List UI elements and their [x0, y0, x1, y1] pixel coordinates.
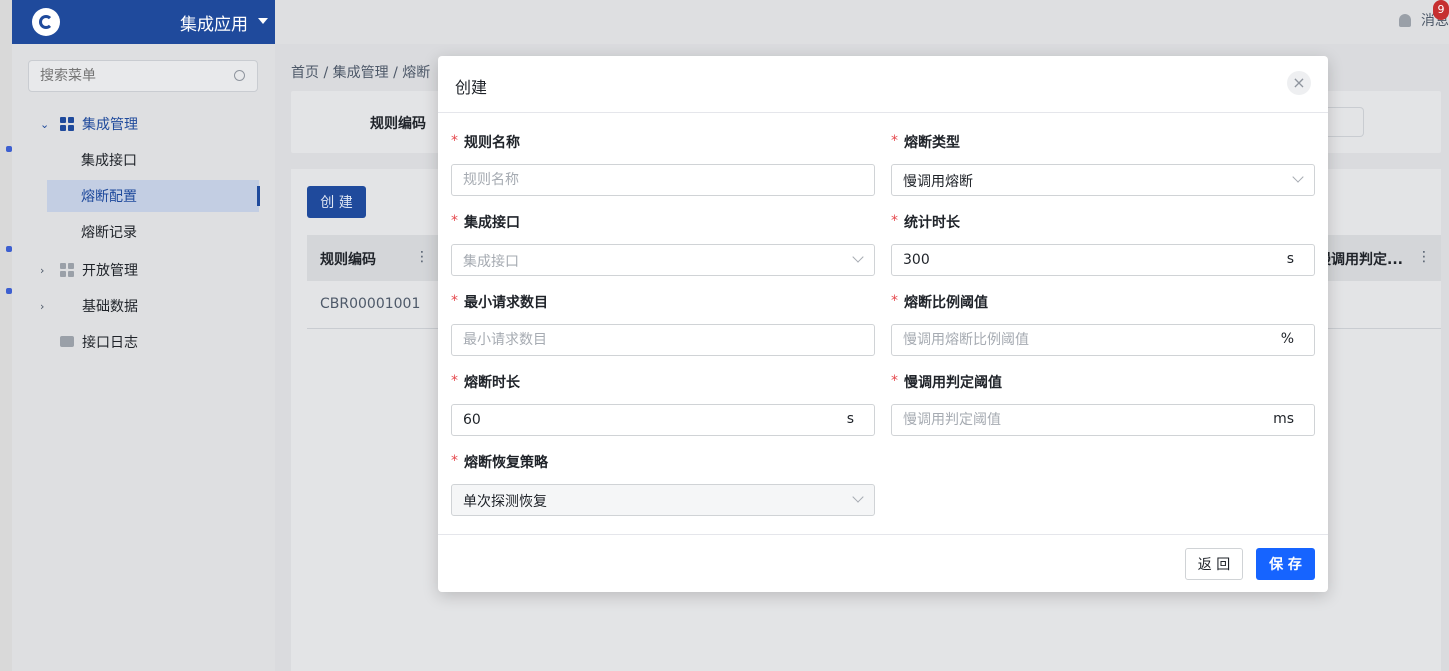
back-button[interactable]: 返 回 — [1185, 548, 1243, 580]
required-mark: * — [891, 213, 898, 229]
save-button[interactable]: 保 存 — [1256, 548, 1315, 580]
close-icon[interactable]: × — [1287, 71, 1311, 95]
field-slow-threshold: * 慢调用判定阈值 ms — [891, 372, 1315, 436]
column-menu-icon[interactable]: ⋮ — [415, 249, 429, 265]
interface-select[interactable]: 集成接口 — [451, 244, 875, 276]
bell-icon — [1399, 13, 1411, 27]
sidebar-item-breaker-config[interactable]: 熔断配置 — [47, 180, 260, 212]
sidebar-item-label: 熔断记录 — [81, 225, 137, 241]
sidebar-item-label: 开放管理 — [82, 263, 138, 279]
field-label: 熔断比例阈值 — [904, 295, 988, 311]
field-stat-duration: * 统计时长 s — [891, 212, 1315, 276]
break-duration-input[interactable] — [452, 405, 874, 435]
field-label: 慢调用判定阈值 — [904, 375, 1002, 391]
slow-threshold-input[interactable] — [892, 405, 1314, 435]
required-mark: * — [451, 133, 458, 149]
left-edge-strip — [0, 0, 12, 671]
field-label: 熔断时长 — [464, 375, 520, 391]
required-mark: * — [451, 453, 458, 469]
required-mark: * — [451, 213, 458, 229]
select-value: 单次探测恢复 — [463, 494, 547, 510]
required-mark: * — [891, 133, 898, 149]
sidebar-item-basic-data[interactable]: › 基础数据 — [12, 290, 275, 322]
required-mark: * — [451, 373, 458, 389]
column-menu-icon[interactable]: ⋮ — [1417, 249, 1431, 265]
menu-search — [28, 60, 258, 92]
field-label: 熔断类型 — [904, 135, 960, 151]
chevron-right-icon: › — [40, 263, 45, 277]
message-center[interactable]: 消息 9 — [1399, 0, 1449, 30]
caret-down-icon — [258, 18, 268, 24]
unit-suffix: ms — [1273, 411, 1294, 427]
breadcrumb: 首页 / 集成管理 / 熔断 — [291, 65, 431, 81]
field-ratio-threshold: * 熔断比例阈值 % — [891, 292, 1315, 356]
field-rule-name: * 规则名称 — [451, 132, 875, 196]
message-count-badge: 9 — [1433, 0, 1449, 20]
select-placeholder: 集成接口 — [463, 254, 519, 270]
unit-suffix: s — [846, 411, 854, 427]
grid-icon — [60, 117, 74, 131]
field-recovery-strategy: * 熔断恢复策略 单次探测恢复 — [451, 452, 875, 516]
stat-duration-input[interactable] — [892, 245, 1314, 275]
sidebar-item-interface-log[interactable]: 接口日志 — [12, 326, 275, 358]
rule-name-input[interactable] — [452, 165, 874, 195]
field-label: 集成接口 — [464, 215, 520, 231]
chevron-down-icon — [852, 491, 864, 503]
column-header-slow-threshold: 慢调用判定... — [1317, 252, 1403, 268]
app-name: 集成应用 — [180, 15, 248, 35]
search-icon[interactable] — [234, 70, 245, 81]
select-value: 慢调用熔断 — [903, 174, 973, 190]
sidebar-item-integration-interface[interactable]: 集成接口 — [12, 144, 275, 176]
unit-suffix: % — [1280, 331, 1294, 347]
sidebar-item-open-management[interactable]: › 开放管理 — [12, 254, 275, 286]
dialog-header: 创建 × — [438, 56, 1328, 113]
sidebar-item-label: 集成管理 — [82, 117, 138, 133]
app-logo-icon — [32, 8, 60, 36]
field-label: 熔断恢复策略 — [464, 455, 548, 471]
breaker-type-select[interactable]: 慢调用熔断 — [891, 164, 1315, 196]
cell-rule-code: CBR00001001 — [320, 296, 421, 312]
sidebar-item-label: 基础数据 — [82, 299, 138, 315]
required-mark: * — [451, 293, 458, 309]
dialog-title: 创建 — [455, 78, 488, 97]
sidebar-item-integration-management[interactable]: ⌄ 集成管理 — [12, 108, 275, 140]
field-break-duration: * 熔断时长 s — [451, 372, 875, 436]
chevron-right-icon: › — [40, 299, 45, 313]
create-dialog: 创建 × * 规则名称 * 熔断类型 慢调用熔断 * 集成接口 集成接口 * 统计时长 … — [438, 56, 1328, 592]
field-label: 最小请求数目 — [464, 295, 548, 311]
create-button[interactable]: 创 建 — [307, 186, 366, 218]
chevron-down-icon: ⌄ — [40, 117, 50, 131]
filter-label-rule-code: 规则编码 — [370, 116, 426, 132]
field-label: 统计时长 — [904, 215, 960, 231]
min-requests-input[interactable] — [452, 325, 874, 355]
field-min-requests: * 最小请求数目 — [451, 292, 875, 356]
required-mark: * — [891, 373, 898, 389]
field-interface: * 集成接口 集成接口 — [451, 212, 875, 276]
unit-suffix: s — [1286, 251, 1294, 267]
grid-icon — [60, 263, 74, 277]
dialog-footer: 返 回 保 存 — [438, 534, 1328, 592]
sidebar-item-label: 熔断配置 — [81, 189, 137, 205]
sidebar-item-label: 接口日志 — [82, 335, 138, 351]
menu-search-input[interactable] — [29, 61, 219, 91]
field-breaker-type: * 熔断类型 慢调用熔断 — [891, 132, 1315, 196]
sidebar-item-breaker-records[interactable]: 熔断记录 — [12, 216, 275, 248]
chevron-down-icon — [1292, 171, 1304, 183]
required-mark: * — [891, 293, 898, 309]
column-header-rule-code: 规则编码 — [320, 252, 376, 268]
recovery-strategy-select[interactable]: 单次探测恢复 — [451, 484, 875, 516]
sidebar: ⌄ 集成管理 集成接口 熔断配置 熔断记录 › 开放管理 › 基础数据 接口日志 — [12, 44, 275, 671]
chevron-down-icon — [852, 251, 864, 263]
ratio-threshold-input[interactable] — [892, 325, 1314, 355]
folder-icon — [60, 336, 74, 347]
sidebar-item-label: 集成接口 — [81, 153, 137, 169]
field-label: 规则名称 — [464, 135, 520, 151]
app-switcher[interactable]: 集成应用 — [12, 0, 275, 44]
